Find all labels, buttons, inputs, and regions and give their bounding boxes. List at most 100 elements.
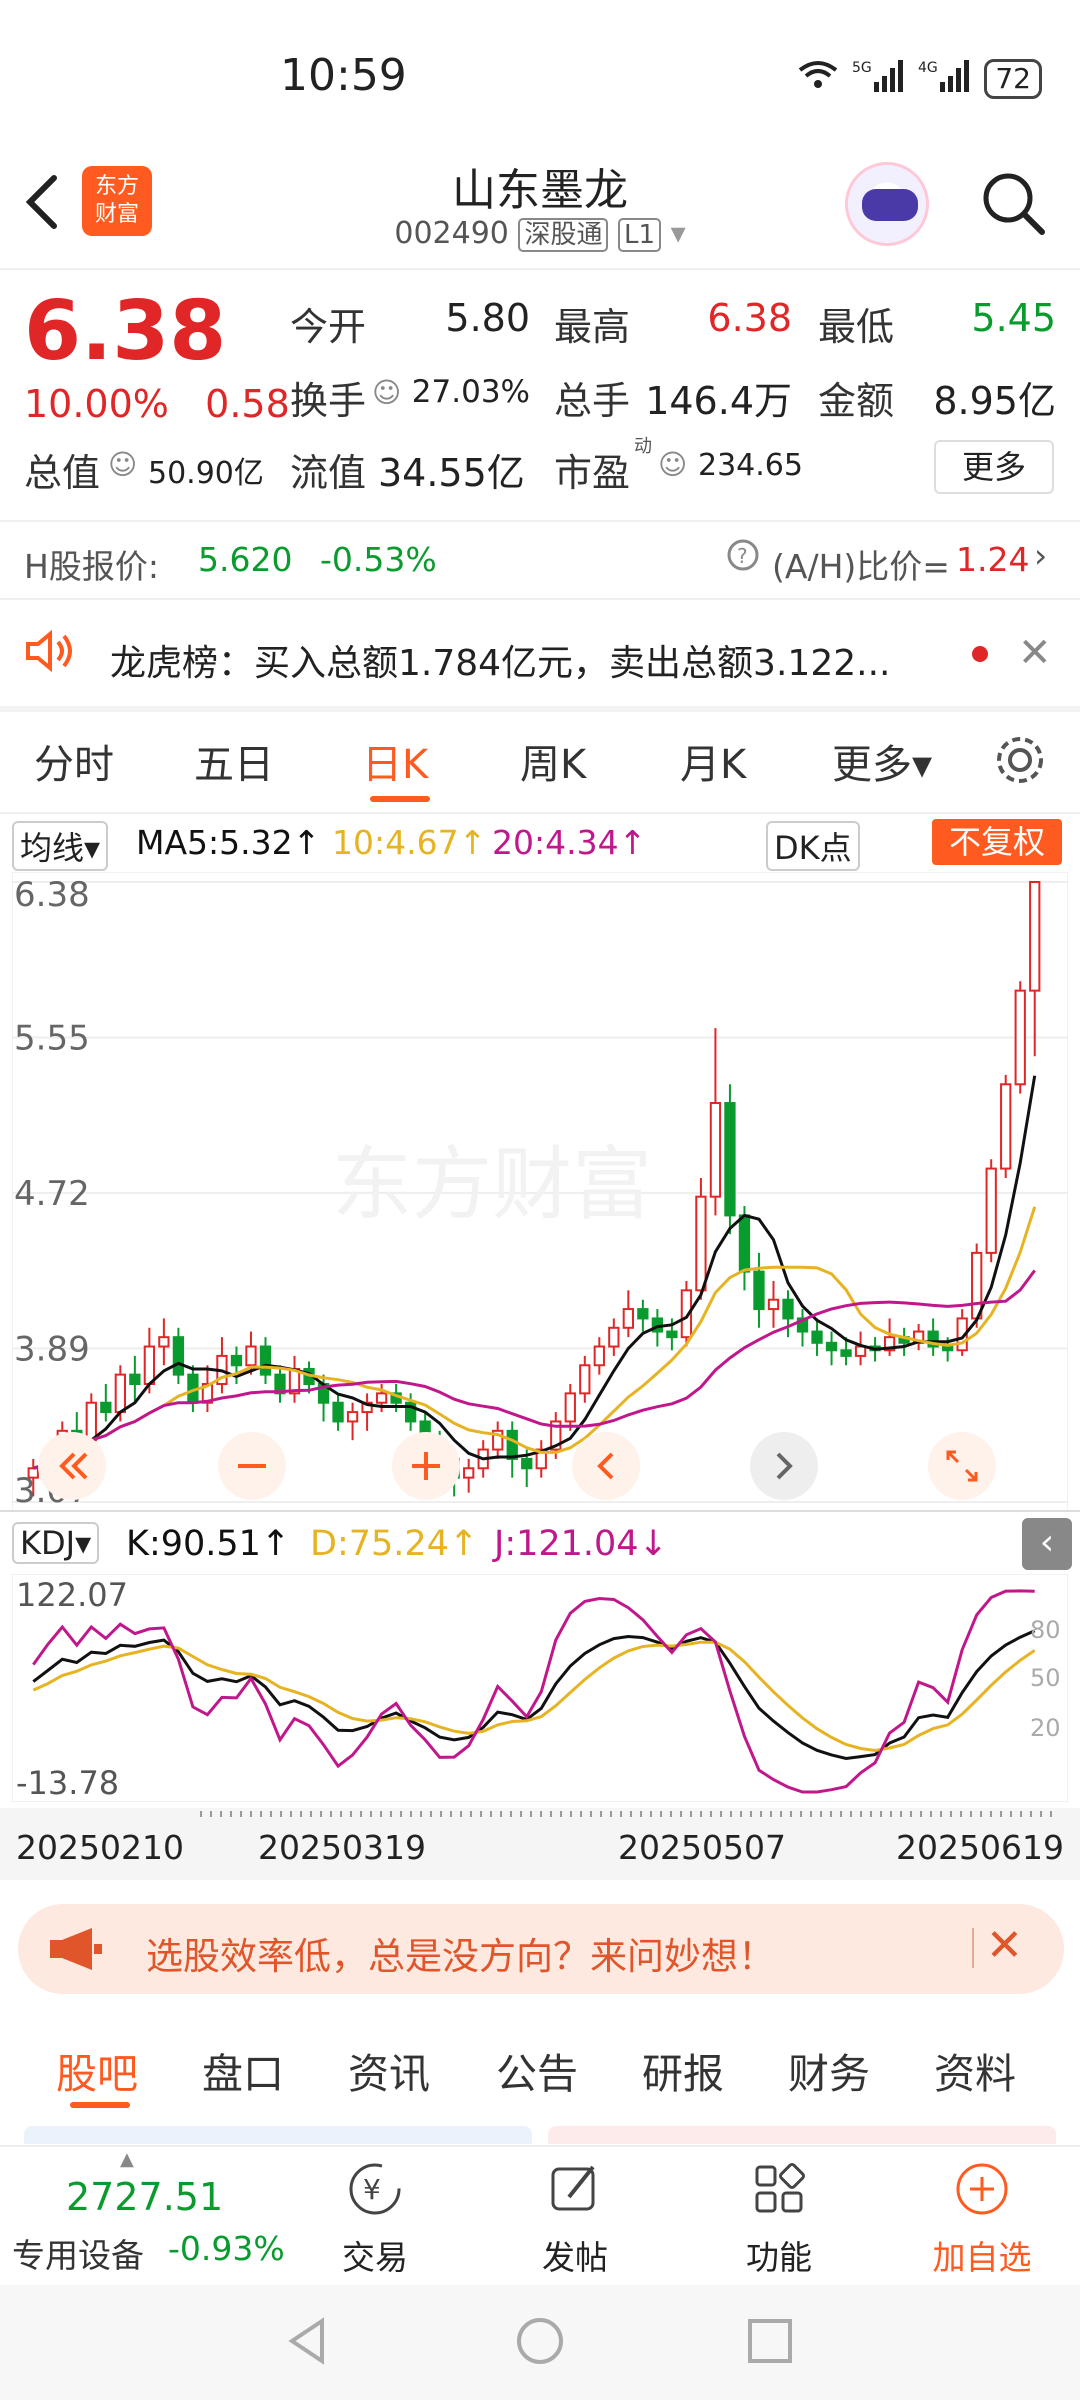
kline-svg: 东方财富 6.385.554.723.893.07 — [11, 871, 1069, 1513]
amount-value: 8.95亿 — [933, 379, 1056, 423]
info-icon[interactable]: ☺ — [658, 448, 687, 481]
scroll-left-button[interactable] — [572, 1432, 640, 1500]
y-axis-label: 6.38 — [14, 875, 90, 915]
turnover-value: 27.03% — [411, 374, 530, 410]
float-value: 34.55亿 — [378, 451, 525, 495]
post-button[interactable]: 发帖 — [530, 2157, 620, 2279]
wifi-icon — [798, 60, 838, 97]
sector-index-value[interactable]: 2727.51 — [66, 2175, 223, 2219]
assistant-robot-icon[interactable] — [845, 162, 929, 246]
adjust-mode-button[interactable]: 不复权 — [932, 819, 1062, 865]
candlestick-chart[interactable]: 东方财富 6.385.554.723.893.07 — [11, 871, 1069, 1513]
close-icon[interactable]: ✕ — [986, 1920, 1023, 1971]
tab-guba[interactable]: 股吧 — [56, 2040, 138, 2100]
kdj-legend: KDJ▾ K:90.51↑ D:75.24↑ J:121.04↓ ‹ — [0, 1512, 1080, 1574]
volume-label: 总手 — [554, 379, 631, 423]
h-share-label: H股报价: — [24, 547, 159, 586]
fullscreen-button[interactable] — [928, 1432, 996, 1500]
stock-header: 东方 财富 山东墨龙 002490 深股通 L1 ▾ — [0, 150, 1080, 270]
nav-recents-button[interactable] — [744, 2315, 796, 2371]
tab-profile[interactable]: 资料 — [934, 2040, 1016, 2100]
news-ticker[interactable]: 龙虎榜：买入总额1.784亿元，卖出总额3.122... ✕ — [0, 600, 1080, 706]
y-axis-label: 3.89 — [14, 1329, 90, 1369]
svg-text:4G: 4G — [918, 60, 938, 76]
candle-body — [753, 1270, 765, 1311]
tab-daily-k[interactable]: 日K — [362, 732, 428, 790]
low-label: 最低 — [818, 305, 895, 349]
kdj-j-value: J:121.04↓ — [494, 1524, 668, 1564]
candle-body — [100, 1401, 112, 1414]
grid-icon — [755, 2163, 805, 2213]
kdj-chart[interactable]: 122.07 -13.78 80 50 20 — [11, 1573, 1069, 1803]
tab-monthly-k[interactable]: 月K — [680, 732, 746, 790]
functions-button[interactable]: 功能 — [734, 2157, 824, 2279]
amount-label: 金额 — [818, 379, 895, 423]
ai-promo-banner[interactable]: 选股效率低，总是没方向？来问妙想！ ✕ — [18, 1904, 1064, 1994]
stock-code: 002490 — [394, 216, 509, 251]
candle-body — [521, 1457, 533, 1470]
zoom-out-button[interactable] — [218, 1432, 286, 1500]
candle-body — [172, 1336, 185, 1376]
search-button[interactable] — [980, 170, 1046, 236]
tab-more[interactable]: 更多▾ — [832, 732, 932, 790]
candle-body — [1029, 881, 1041, 992]
candle-body — [811, 1330, 823, 1344]
card-peek — [548, 2126, 1056, 2144]
candle-body — [782, 1298, 794, 1320]
help-icon[interactable]: ? — [726, 538, 760, 580]
connect-tag: 深股通 — [518, 218, 609, 252]
edit-icon — [551, 2165, 595, 2211]
collapse-panel-button[interactable]: ‹ — [1022, 1518, 1072, 1570]
low-value: 5.45 — [971, 296, 1056, 340]
pe-dynamic-mark: 动 — [634, 436, 652, 457]
date-label: 20250507 — [618, 1828, 786, 1867]
square-recents-icon — [748, 2319, 792, 2363]
tab-finance[interactable]: 财务 — [788, 2040, 870, 2100]
candle-body — [622, 1308, 634, 1329]
close-icon[interactable]: ✕ — [1018, 630, 1052, 676]
info-icon[interactable]: ☺ — [372, 376, 401, 409]
scroll-right-button[interactable] — [750, 1432, 818, 1500]
dk-point-toggle[interactable]: DK点 — [766, 821, 860, 871]
settings-button[interactable] — [992, 732, 1048, 798]
up-arrow-icon: ▲ — [120, 2149, 134, 2170]
candle-body — [114, 1373, 126, 1414]
separator — [972, 1928, 974, 1968]
zoom-in-button[interactable] — [392, 1432, 460, 1500]
tab-intraday[interactable]: 分时 — [34, 732, 114, 790]
signal-4g-icon: 4G — [918, 58, 970, 99]
tab-news[interactable]: 资讯 — [348, 2040, 430, 2100]
expand-icon — [946, 1450, 978, 1482]
trade-button[interactable]: ¥ 交易 — [330, 2157, 420, 2279]
kdj-d-value: D:75.24↑ — [310, 1524, 479, 1564]
tab-weekly-k[interactable]: 周K — [520, 732, 586, 790]
add-watchlist-button[interactable]: 加自选 — [922, 2157, 1042, 2279]
tab-research[interactable]: 研报 — [642, 2040, 724, 2100]
tab-announcements[interactable]: 公告 — [496, 2040, 578, 2100]
ma20-value: 20:4.34↑ — [492, 823, 647, 862]
megaphone-icon — [48, 1926, 104, 1981]
scroll-left-far-button[interactable] — [38, 1432, 106, 1500]
date-ticks — [200, 1811, 1060, 1817]
subchart-selector[interactable]: KDJ▾ — [12, 1522, 100, 1564]
candle-body — [985, 1167, 997, 1254]
nav-home-button[interactable] — [514, 2315, 566, 2371]
change-value: 0.58 — [205, 382, 290, 426]
indicator-selector[interactable]: 均线▾ — [12, 821, 109, 871]
candle-body — [579, 1364, 591, 1395]
candle-body — [1014, 989, 1026, 1086]
candle-body — [593, 1345, 605, 1367]
more-button[interactable]: 更多 — [934, 440, 1054, 494]
h-share-line[interactable]: H股报价: 5.620 -0.53% ? (A/H)比价= 1.24 › — [0, 522, 1080, 598]
post-label: 发帖 — [542, 2238, 608, 2277]
candle-body — [724, 1102, 736, 1217]
tab-five-day[interactable]: 五日 — [194, 732, 274, 790]
ah-ratio-value: 1.24 — [956, 540, 1030, 579]
sector-index-label[interactable]: 专用设备 — [12, 2229, 144, 2277]
info-icon[interactable]: ☺ — [108, 448, 137, 481]
mktcap-label: 总值 — [24, 451, 101, 495]
nav-back-button[interactable] — [282, 2315, 334, 2371]
tab-pankou[interactable]: 盘口 — [202, 2040, 284, 2100]
candle-body — [854, 1345, 867, 1357]
level-tag: L1 — [618, 218, 662, 252]
